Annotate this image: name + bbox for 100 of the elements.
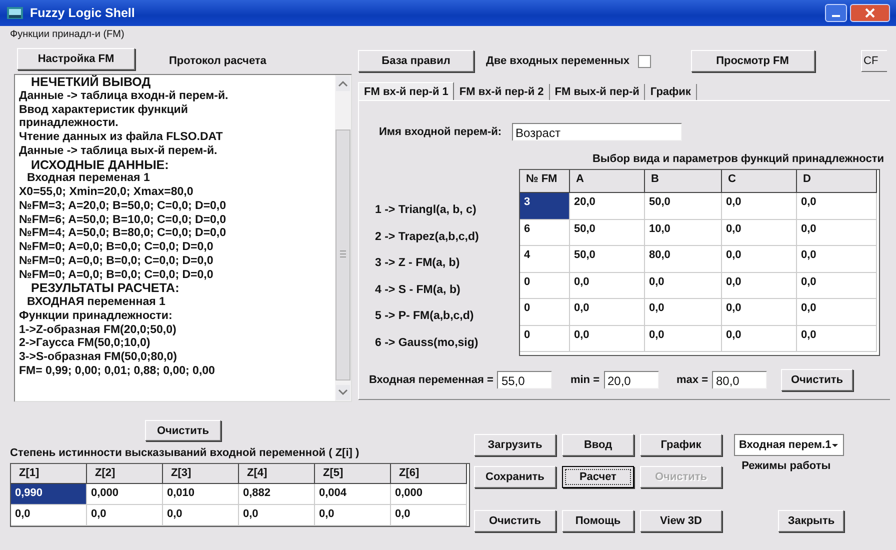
table-cell[interactable]: 0,882 — [239, 484, 315, 505]
log-line: ВХОДНАЯ переменная 1 — [26, 296, 166, 310]
label: Имя входной перем-й: — [379, 126, 502, 138]
table-cell[interactable]: 0,990 — [11, 484, 87, 505]
log-line: №FM=6; A=50,0; B=10,0; C=0,0; D=0,0 — [19, 214, 228, 228]
table-cell[interactable]: 50,0 — [570, 246, 645, 272]
button[interactable]: Помощь — [562, 510, 634, 532]
close-icon — [864, 7, 876, 19]
table-cell[interactable]: 6 — [520, 220, 570, 246]
checkbox[interactable] — [638, 54, 651, 68]
button[interactable]: Очистить — [145, 420, 221, 441]
log-line: №FM=0; A=0,0; B=0,0; C=0,0; D=0,0 — [19, 241, 214, 255]
input-field[interactable]: 80,0 — [712, 371, 767, 389]
input-field[interactable]: 55,0 — [497, 371, 552, 389]
table-cell[interactable]: 0,0 — [722, 193, 797, 220]
table-cell[interactable]: 0,0 — [797, 246, 877, 272]
table-cell[interactable]: 0,0 — [797, 272, 877, 299]
log-line: 3->S-образная FM(50,0;80,0) — [19, 351, 178, 365]
table-cell[interactable]: 0,000 — [87, 484, 163, 505]
minimize-icon — [832, 15, 840, 17]
label: 3 -> Z - FM(a, b) — [374, 256, 461, 271]
log-line: Данные -> таблица вых-й перем-й. — [19, 144, 218, 158]
table-cell[interactable]: 0,0 — [722, 272, 797, 299]
column-header: Z[6] — [391, 464, 467, 484]
button[interactable]: View 3D — [640, 510, 722, 532]
button[interactable]: График — [640, 434, 722, 456]
table-cell[interactable]: 0,0 — [797, 193, 877, 220]
table-cell[interactable]: 0,0 — [315, 505, 391, 526]
table-cell[interactable]: 0,0 — [87, 505, 163, 526]
table-cell[interactable]: 50,0 — [645, 193, 722, 220]
table-cell[interactable]: 0,0 — [163, 505, 239, 526]
button[interactable]: База правил — [358, 50, 474, 72]
button[interactable]: Расчет — [562, 466, 634, 488]
table-cell[interactable]: 0,0 — [570, 326, 645, 352]
button[interactable]: Ввод — [562, 434, 634, 456]
label: Входная переменная = — [369, 374, 494, 386]
button[interactable]: Настройка FM — [17, 48, 135, 70]
log-line: X0=55,0; Xmin=20,0; Xmax=80,0 — [19, 186, 194, 200]
data-grid[interactable]: Z[1] Z[2] Z[3] Z[4] Z[5] Z[6] 0,990 0,000 0,010 0,882 0,004 0,000 0,0 0,0 0,0 0,0 0,0 0,0 — [10, 463, 470, 527]
input-field[interactable]: 20,0 — [604, 371, 658, 389]
data-grid[interactable]: № FM A B C D 3 20,0 50,0 0,0 0,0 6 50,0 10,0 0,0 0,0 4 50,0 80,0 0,0 0,0 0 0,0 0,0 0,0 0,0 0 0,0 0,0 0,0 0,0 0 0,0 0,0 0,0 0,0 — [519, 169, 880, 356]
dropdown[interactable]: Входная перем.1 — [734, 434, 844, 456]
table-cell[interactable]: 0,0 — [797, 299, 877, 326]
table-cell[interactable]: 4 — [520, 246, 570, 272]
table-cell[interactable]: 10,0 — [645, 220, 722, 246]
table-cell[interactable]: 0,0 — [239, 505, 315, 526]
dropdown-value: Входная перем.1 — [739, 439, 832, 451]
table-cell[interactable]: 0,010 — [163, 484, 239, 505]
close-button[interactable] — [850, 4, 890, 22]
table-cell[interactable]: 0,0 — [645, 326, 722, 352]
table-cell[interactable]: 0 — [520, 299, 570, 326]
table-title: Выбор вида и параметров функций принадлежности — [592, 153, 884, 165]
column-header: Z[2] — [87, 464, 163, 484]
table-cell[interactable]: 0,000 — [391, 484, 467, 505]
table-cell[interactable]: 0,0 — [722, 220, 797, 246]
label: 1 -> Triangl(a, b, c) — [374, 203, 478, 218]
table-cell[interactable]: 0,0 — [645, 272, 722, 299]
button[interactable]: Очистить — [781, 369, 853, 391]
table-cell[interactable]: 0,0 — [391, 505, 467, 526]
table-cell[interactable]: 0,0 — [797, 220, 877, 246]
menu-item[interactable]: Функции принадл-и (FM) — [8, 28, 126, 40]
table-cell[interactable]: 3 — [520, 193, 570, 220]
label: Протокол расчета — [169, 55, 266, 67]
button[interactable]: Очистить — [474, 510, 556, 532]
table-cell[interactable]: 0,0 — [722, 326, 797, 352]
log-line: 1->Z-образная FM(20,0;50,0) — [19, 324, 178, 338]
label: Режимы работы — [742, 460, 831, 472]
table-cell[interactable]: 0,0 — [722, 299, 797, 326]
button[interactable]: Загрузить — [474, 434, 556, 456]
table-cell[interactable]: 0 — [520, 326, 570, 352]
table-cell[interactable]: 0 — [520, 272, 570, 299]
button[interactable]: CF — [860, 50, 887, 72]
button[interactable]: Просмотр FM — [690, 50, 815, 72]
table-cell[interactable]: 20,0 — [570, 193, 645, 220]
checkbox-label: Две входных переменных — [486, 55, 630, 67]
log-line: Функции принадлежности: — [19, 310, 174, 324]
label: Степень истинности высказываний входной переменной ( Z[i] ) — [10, 447, 360, 459]
table-cell[interactable]: 0,0 — [570, 272, 645, 299]
table-cell[interactable]: 0,0 — [11, 505, 87, 526]
table-cell[interactable]: 0,0 — [645, 299, 722, 326]
table-cell[interactable]: 0,004 — [315, 484, 391, 505]
table-cell[interactable]: 80,0 — [645, 246, 722, 272]
log-line: №FM=0; A=0,0; B=0,0; C=0,0; D=0,0 — [19, 254, 214, 268]
table-cell[interactable]: 0,0 — [570, 299, 645, 326]
table-cell[interactable]: 0,0 — [722, 246, 797, 272]
log-area[interactable] — [14, 74, 352, 402]
button[interactable]: Закрыть — [778, 510, 844, 532]
tab[interactable]: FM вх-й пер-й 1 — [358, 82, 454, 100]
column-header: Z[5] — [315, 464, 391, 484]
log-line: 2->Гаусса FM(50,0;10,0) — [19, 337, 152, 351]
log-line: РЕЗУЛЬТАТЫ РАСЧЕТА: — [30, 282, 180, 296]
table-cell[interactable]: 50,0 — [570, 220, 645, 246]
log-line: №FM=0; A=0,0; B=0,0; C=0,0; D=0,0 — [19, 268, 214, 282]
input-field[interactable]: Возраст — [512, 123, 682, 141]
column-header: C — [722, 170, 797, 193]
button[interactable]: Сохранить — [474, 466, 556, 488]
table-cell[interactable]: 0,0 — [797, 326, 877, 352]
log-line: Чтение данных из файла FLSO.DAT — [19, 131, 224, 145]
minimize-button[interactable] — [825, 4, 847, 22]
log-line: №FM=3; A=20,0; B=50,0; C=0,0; D=0,0 — [19, 200, 228, 214]
